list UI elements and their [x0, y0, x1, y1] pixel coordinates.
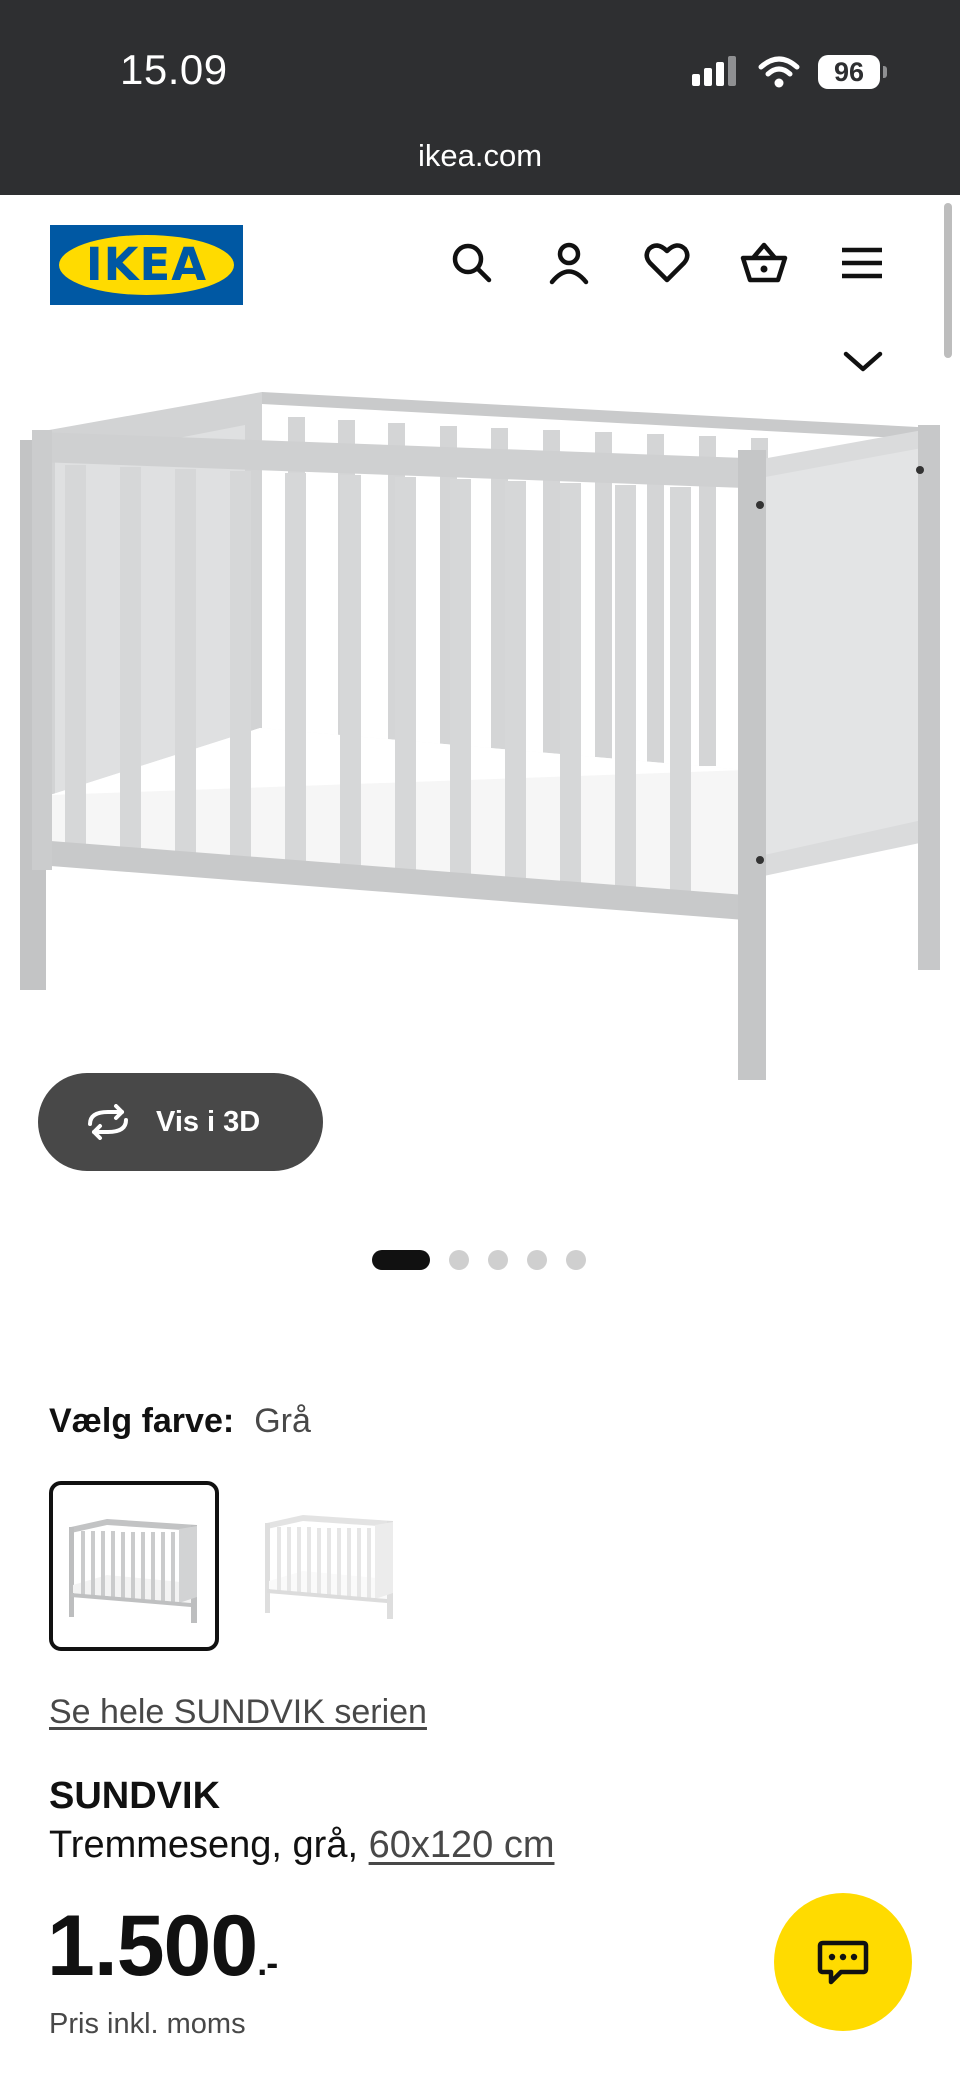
basket-icon[interactable] [738, 237, 790, 289]
price-note: Pris inkl. moms [49, 2008, 246, 2040]
view-in-3d-label: Vis i 3D [156, 1105, 261, 1138]
product-type: Tremmeseng, grå, [49, 1824, 359, 1866]
heart-icon[interactable] [641, 237, 693, 289]
color-option-gray[interactable] [49, 1481, 219, 1651]
white-crib-thumbnail [265, 1515, 393, 1619]
chevron-down-icon[interactable] [842, 350, 884, 374]
search-icon[interactable] [446, 237, 498, 289]
logo-text: IKEA [85, 238, 208, 291]
carousel-dot-2[interactable] [449, 1250, 469, 1270]
carousel-pagination [372, 1250, 586, 1270]
price-value: 1.500 [47, 1898, 258, 1994]
crib-illustration [20, 392, 940, 1080]
product-description: Tremmeseng, grå, 60x120 cm [49, 1824, 554, 1867]
series-link[interactable]: Se hele SUNDVIK serien [49, 1693, 427, 1732]
ikea-logo[interactable]: IKEA [50, 225, 243, 305]
color-selector-heading: Vælg farve: Grå [49, 1402, 311, 1441]
color-option-white[interactable] [249, 1481, 419, 1651]
status-bar: 15.09 96 ikea.com [0, 0, 960, 195]
product-price: 1.500.- [47, 1897, 278, 1996]
address-bar-url[interactable]: ikea.com [0, 138, 960, 174]
product-name: SUNDVIK [49, 1775, 221, 1817]
clock: 15.09 [120, 46, 228, 93]
menu-icon[interactable] [836, 237, 888, 289]
chat-button[interactable] [774, 1893, 912, 2031]
page-scrollbar[interactable] [944, 203, 952, 358]
rotate-3d-icon [88, 1104, 128, 1140]
carousel-dot-4[interactable] [527, 1250, 547, 1270]
wifi-icon [758, 56, 800, 88]
view-in-3d-button[interactable]: Vis i 3D [38, 1073, 323, 1171]
carousel-dot-5[interactable] [566, 1250, 586, 1270]
chat-icon [817, 1940, 869, 1985]
product-size-link[interactable]: 60x120 cm [369, 1824, 555, 1866]
price-suffix: .- [257, 1942, 278, 1983]
carousel-dot-3[interactable] [488, 1250, 508, 1270]
color-value: Grå [254, 1402, 311, 1440]
site-header: IKEA [0, 195, 960, 330]
gray-crib-thumbnail [69, 1519, 197, 1623]
product-image[interactable] [0, 375, 960, 1095]
cellular-signal-icon [692, 56, 736, 86]
account-icon[interactable] [543, 237, 595, 289]
status-icons: 96 [690, 50, 887, 94]
color-label: Vælg farve: [49, 1402, 235, 1440]
battery-indicator: 96 [818, 55, 887, 89]
carousel-dot-1[interactable] [372, 1250, 430, 1270]
